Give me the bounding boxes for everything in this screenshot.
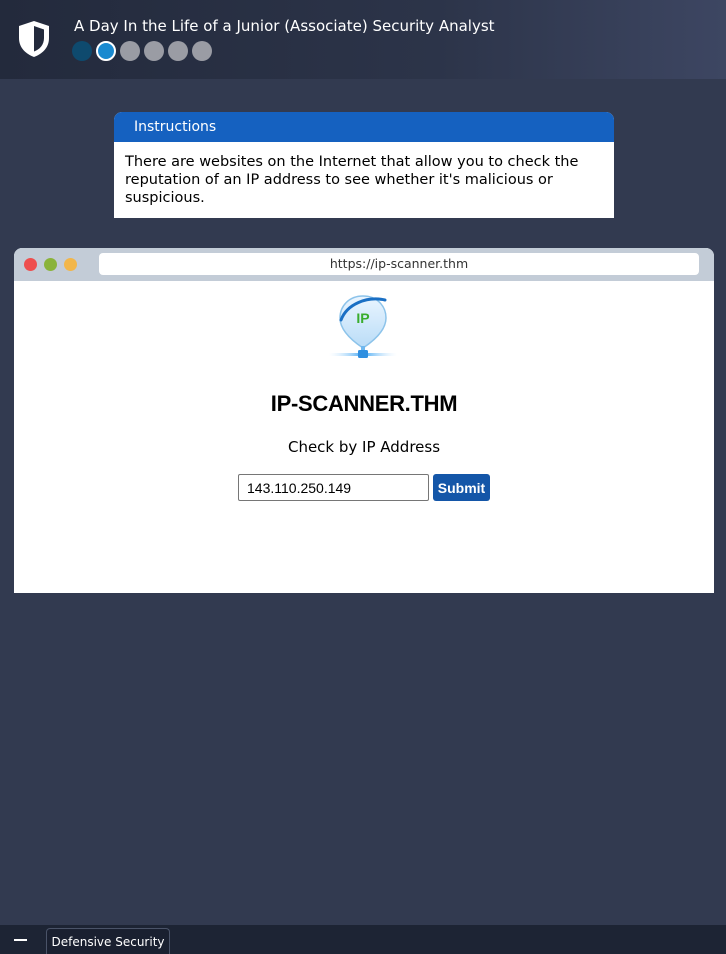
shield-icon — [19, 21, 49, 57]
maximize-window-dot[interactable] — [64, 258, 77, 271]
instructions-panel: Instructions There are websites on the I… — [114, 112, 614, 218]
instructions-heading: Instructions — [114, 112, 614, 142]
app-title: A Day In the Life of a Junior (Associate… — [74, 17, 495, 35]
progress-step-1[interactable] — [72, 41, 92, 61]
progress-steps — [72, 41, 212, 61]
site-subtitle: Check by IP Address — [287, 438, 441, 456]
header-bar: A Day In the Life of a Junior (Associate… — [0, 0, 726, 79]
progress-step-6[interactable] — [192, 41, 212, 61]
site-title: IP-SCANNER.THM — [270, 391, 458, 416]
ip-address-input[interactable] — [238, 474, 429, 501]
minimize-icon[interactable] — [14, 939, 27, 941]
ip-scanner-logo-icon: IP — [329, 295, 397, 358]
address-bar[interactable]: https://ip-scanner.thm — [99, 253, 699, 275]
close-window-dot[interactable] — [24, 258, 37, 271]
progress-step-3[interactable] — [120, 41, 140, 61]
browser-chrome: https://ip-scanner.thm — [14, 248, 714, 281]
progress-step-2[interactable] — [96, 41, 116, 61]
browser-window: https://ip-scanner.thm IP IP-SCANNER.THM… — [14, 248, 714, 593]
progress-step-5[interactable] — [168, 41, 188, 61]
taskbar-tab-defensive-security[interactable]: Defensive Security — [46, 928, 170, 954]
taskbar: Defensive Security — [0, 925, 726, 954]
submit-button[interactable]: Submit — [433, 474, 490, 501]
instructions-text: There are websites on the Internet that … — [125, 154, 579, 206]
progress-step-4[interactable] — [144, 41, 164, 61]
minimize-window-dot[interactable] — [44, 258, 57, 271]
logo-text: IP — [356, 310, 369, 326]
